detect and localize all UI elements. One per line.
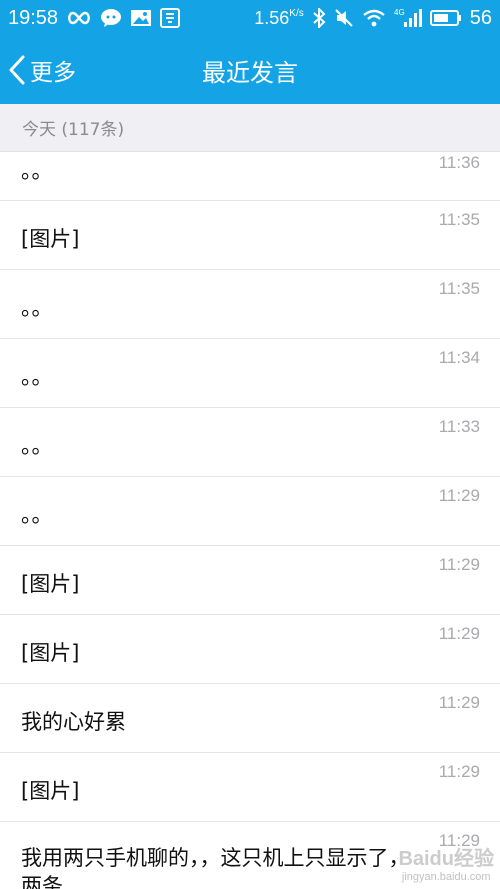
wifi-icon xyxy=(362,9,386,27)
status-time: 19:58 xyxy=(8,6,59,29)
watermark-sub: jingyan.baidu.com xyxy=(401,871,491,883)
list-item[interactable]: [图片] 11:29 xyxy=(0,546,500,615)
title-bar: 更多 最近发言 xyxy=(0,36,500,104)
list-item[interactable]: 。。 11:36 xyxy=(0,152,500,201)
message-text: 。。 xyxy=(21,434,53,458)
bluetooth-icon xyxy=(312,8,326,28)
message-text: [图片] xyxy=(21,641,80,665)
message-time: 11:29 xyxy=(438,762,480,781)
message-text: 。。 xyxy=(21,159,53,183)
message-text: [图片] xyxy=(21,227,80,251)
list-item[interactable]: 我的心好累 11:29 xyxy=(0,684,500,753)
list-item[interactable]: [图片] 11:29 xyxy=(0,753,500,822)
message-text: [图片] xyxy=(21,572,80,596)
app-notification-icon xyxy=(160,8,181,28)
battery-icon xyxy=(429,10,462,26)
message-text: 我的心好累 xyxy=(21,710,126,734)
list-item[interactable]: [图片] 11:29 xyxy=(0,615,500,684)
status-bar: 19:58 1.56K/s 4G 56 xyxy=(0,0,500,36)
message-time: 11:29 xyxy=(438,693,480,712)
message-text: 。。 xyxy=(21,365,53,389)
message-time: 11:33 xyxy=(438,417,480,436)
message-time: 11:29 xyxy=(438,624,480,643)
list-item[interactable]: 。。 11:33 xyxy=(0,408,500,477)
signal-icon: 4G xyxy=(394,8,422,28)
mute-icon xyxy=(334,8,354,28)
message-time: 11:36 xyxy=(438,153,480,172)
gallery-icon xyxy=(130,9,152,27)
list-item[interactable]: 。。 11:35 xyxy=(0,270,500,339)
message-list[interactable]: 。。 11:36 [图片] 11:35 。。 11:35 。。 11:34 。。… xyxy=(0,152,500,889)
watermark-main: Baidu经验 xyxy=(398,848,494,870)
message-time: 11:35 xyxy=(438,279,480,298)
message-text: 。。 xyxy=(21,503,53,527)
network-badge: 4G xyxy=(394,8,405,17)
network-speed: 1.56K/s xyxy=(254,7,304,28)
message-text: 我用两只手机聊的，，这只机上只显示了，两条 xyxy=(21,846,410,889)
list-item[interactable]: [图片] 11:35 xyxy=(0,201,500,270)
back-button[interactable]: 更多 xyxy=(8,36,76,104)
wechat-icon xyxy=(100,8,122,28)
message-text: [图片] xyxy=(21,779,80,803)
battery-level: 56 xyxy=(469,6,492,29)
message-text: 。。 xyxy=(21,296,53,320)
infinity-icon xyxy=(66,10,92,26)
message-time: 11:29 xyxy=(438,555,480,574)
chevron-left-icon xyxy=(8,54,26,86)
message-time: 11:35 xyxy=(438,210,480,229)
watermark: Baidu经验 jingyan.baidu.com xyxy=(398,842,494,883)
list-item[interactable]: 。。 11:29 xyxy=(0,477,500,546)
back-label: 更多 xyxy=(30,60,76,86)
message-time: 11:34 xyxy=(438,348,480,367)
section-header: 今天 (117条) xyxy=(0,104,500,152)
list-item[interactable]: 。。 11:34 xyxy=(0,339,500,408)
message-time: 11:29 xyxy=(438,486,480,505)
